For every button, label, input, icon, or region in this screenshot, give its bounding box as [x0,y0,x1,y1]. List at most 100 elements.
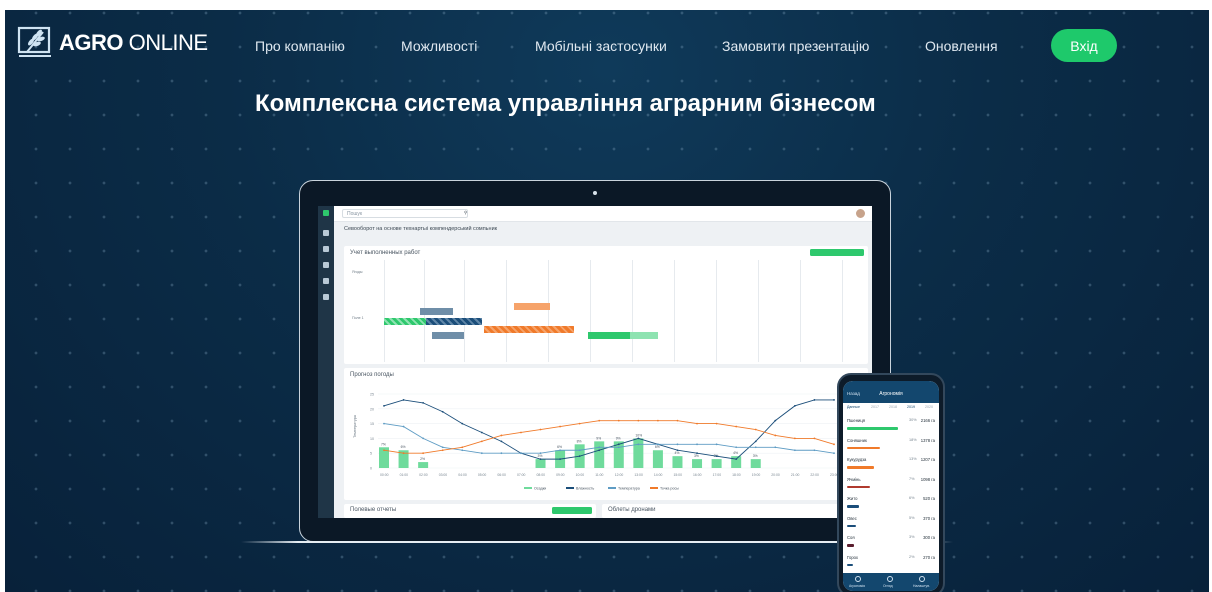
overview-icon[interactable] [887,576,893,582]
series-point [539,452,542,455]
x-tick-label: 20:00 [771,473,780,477]
phone-crop-row[interactable]: Горох 2% 270 га [847,552,935,572]
series-point [441,410,444,413]
series-point [676,419,679,422]
series-point [813,449,816,452]
field-reports-title: Полевые отчеты [350,507,397,513]
settings-icon[interactable] [919,576,925,582]
crop-name: Овес [847,515,857,521]
series-point [715,443,718,446]
series-point [539,458,542,461]
x-tick-label: 17:00 [713,473,722,477]
top-navigation: AGRO ONLINE Про компанію Можливості Мобі… [5,10,1209,80]
crop-share: 30% [909,418,917,422]
phone-nav-item[interactable]: Агрономія [849,584,865,588]
team-icon[interactable] [323,262,329,268]
series-point [480,452,483,455]
series-point [676,449,679,452]
phone-crop-row[interactable]: Соя 3% 300 га [847,532,935,552]
add-work-button[interactable] [810,249,864,256]
phone-tabs: Данные 2017 2018 2019 2020 [843,404,939,412]
bar-data-label: 9% [596,436,601,440]
series-point [735,425,738,428]
phone-nav-item[interactable]: Огляд [883,584,893,588]
phone-crop-row[interactable]: Овес 5% 370 га [847,513,935,533]
x-tick-label: 14:00 [654,473,663,477]
series-point [617,446,620,449]
nav-link-mobile-apps[interactable]: Мобільні застосунки [535,38,667,54]
app-search-input[interactable]: Пошук [342,209,468,218]
nav-link-updates[interactable]: Оновлення [925,38,998,54]
phone-tab[interactable]: 2019 [907,405,915,409]
crop-share: 2% [909,554,915,559]
series-point [383,422,385,425]
crop-area: 370 га [923,515,935,521]
machinery-icon[interactable] [323,278,329,284]
series-point [637,437,640,440]
phone-crop-row[interactable]: Соняшник 18% 1378 га [847,435,935,455]
series-point [696,422,698,425]
x-tick-label: 01:00 [400,473,409,477]
series-point [480,440,483,443]
crop-share: 5% [909,515,915,520]
series-point [559,425,561,428]
home-icon[interactable] [323,230,329,236]
search-icon[interactable]: ⚲ [464,210,467,216]
user-avatar[interactable] [855,208,866,219]
series-point [480,431,483,434]
x-tick-label: 08:00 [537,473,546,477]
gantt-task-bar[interactable] [588,332,658,339]
series-point [461,446,464,449]
series-point [383,404,385,407]
series-point [735,446,738,449]
fields-icon[interactable] [323,246,329,252]
series-point [696,452,698,455]
x-tick-label: 05:00 [478,473,487,477]
series-point [735,458,738,461]
crop-share-bar [847,466,874,469]
series-point [774,434,777,437]
add-report-button[interactable] [552,507,592,514]
bar-data-label: 9% [616,436,621,440]
brand-logo[interactable]: AGRO ONLINE [17,26,208,60]
phone-bottom-nav: Агрономія Огляд Налаштув. [843,573,939,591]
series-point [539,428,542,431]
nav-link-features[interactable]: Можливості [401,38,477,54]
phone-crop-row[interactable]: Ячмінь 7% 1098 га [847,474,935,494]
series-point [696,443,698,446]
phone-crop-row[interactable]: Пшениця 30% 2166 га [847,415,935,435]
bar-data-label: 8% [577,439,582,443]
series-point [774,419,777,422]
gantt-task-bar[interactable] [484,326,574,333]
x-tick-label: 03:00 [439,473,448,477]
crop-area: 1098 га [920,476,935,482]
gantt-task-bar[interactable] [420,308,453,315]
series-point [520,431,522,434]
login-button[interactable]: Вхід [1051,29,1117,62]
phone-tab[interactable]: 2017 [871,405,879,409]
phone-tab[interactable]: 2018 [889,405,897,409]
drone-flights-title: Облеты дронами [608,507,656,513]
phone-nav-item[interactable]: Налаштув. [913,584,930,588]
hero-title: Комплексна система управління аграрним б… [255,90,876,117]
crop-name: Соя [847,535,855,540]
series-point [754,428,757,431]
phone-crop-row[interactable]: Кукурудза 13% 1207 га [847,454,935,474]
nav-link-request-demo[interactable]: Замовити презентацію [722,38,869,54]
phone-crop-row[interactable]: Жито 6% 520 га [847,493,935,513]
x-tick-label: 09:00 [556,473,565,477]
hero-section: AGRO ONLINE Про компанію Можливості Мобі… [5,10,1209,592]
phone-tab[interactable]: 2020 [925,405,933,409]
nav-link-about[interactable]: Про компанію [255,38,345,54]
announcement-icon[interactable] [323,294,329,300]
y-tick-label: 5 [370,452,372,456]
phone-tab[interactable]: Данные [847,405,860,409]
camera-dot [593,191,597,195]
gantt-task-bar[interactable] [514,303,550,310]
series-point [578,455,581,458]
series-point [441,446,444,449]
gantt-task-bar[interactable] [384,318,426,325]
gantt-task-bar[interactable] [432,332,464,339]
gantt-task-bar[interactable] [426,318,482,325]
agronomy-icon[interactable] [855,576,861,582]
